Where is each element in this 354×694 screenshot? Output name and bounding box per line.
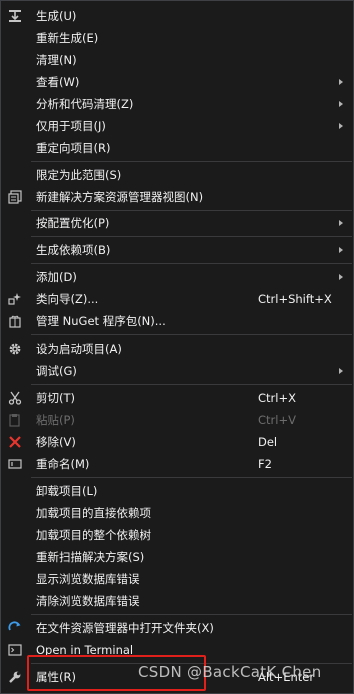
menu-item-label: 管理 NuGet 程序包(N)... <box>36 314 166 328</box>
menu-separator <box>31 614 352 615</box>
menu-item-show-browse-db-errors[interactable]: 显示浏览数据库错误 <box>1 568 353 590</box>
menu-item-shortcut: Del <box>258 435 278 449</box>
menu-separator <box>31 210 352 211</box>
menu-item-debug[interactable]: 调试(G) <box>1 360 353 382</box>
menu-item-label: 移除(V) <box>36 435 76 449</box>
menu-item-label: 重新生成(E) <box>36 31 99 45</box>
menu-item-load-dep-tree[interactable]: 加载项目的整个依赖树 <box>1 524 353 546</box>
wrench-icon <box>7 669 23 685</box>
menu-separator <box>31 263 352 264</box>
menu-item-label: 新建解决方案资源管理器视图(N) <box>36 190 204 204</box>
menu-item-label: 加载项目的直接依赖项 <box>36 506 151 520</box>
menu-item-rescan-solution[interactable]: 重新扫描解决方案(S) <box>1 546 353 568</box>
submenu-arrow-icon <box>339 101 343 107</box>
menu-item-label: 生成(U) <box>36 9 77 23</box>
menu-item-unload-project[interactable]: 卸载项目(L) <box>1 480 353 502</box>
menu-item-new-explorer-view[interactable]: 新建解决方案资源管理器视图(N) <box>1 186 353 208</box>
context-menu: 生成(U) 重新生成(E) 清理(N) 查看(W) 分析和代码清理(Z) 仅用于… <box>0 0 354 694</box>
menu-item-label: 添加(D) <box>36 270 77 284</box>
submenu-arrow-icon <box>339 123 343 129</box>
submenu-arrow-icon <box>339 247 343 253</box>
menu-item-label: 粘贴(P) <box>36 413 75 427</box>
menu-separator <box>31 477 352 478</box>
menu-item-label: 设为启动项目(A) <box>36 342 122 356</box>
paste-icon <box>7 412 23 428</box>
nuget-icon <box>7 313 23 329</box>
menu-item-rename[interactable]: 重命名(M) F2 <box>1 453 353 475</box>
menu-separator <box>31 161 352 162</box>
menu-item-label: 按配置优化(P) <box>36 216 110 230</box>
menu-item-label: 加载项目的整个依赖树 <box>36 528 151 542</box>
submenu-arrow-icon <box>339 274 343 280</box>
menu-item-open-in-explorer[interactable]: 在文件资源管理器中打开文件夹(X) <box>1 617 353 639</box>
menu-item-label: 清理(N) <box>36 53 77 67</box>
menu-item-scope-to-this[interactable]: 限定为此范围(S) <box>1 164 353 186</box>
menu-item-label: 生成依赖项(B) <box>36 243 111 257</box>
remove-icon <box>7 434 23 450</box>
menu-item-analyze[interactable]: 分析和代码清理(Z) <box>1 93 353 115</box>
watermark: CSDN @BackCatK Chen <box>138 663 322 681</box>
menu-item-class-wizard[interactable]: 类向导(Z)... Ctrl+Shift+X <box>1 288 353 310</box>
menu-item-label: 剪切(T) <box>36 391 75 405</box>
menu-item-label: 重新扫描解决方案(S) <box>36 550 145 564</box>
menu-separator <box>31 384 352 385</box>
menu-item-label: 仅用于项目(J) <box>36 119 106 133</box>
menu-item-label: 卸载项目(L) <box>36 484 98 498</box>
menu-item-shortcut: Ctrl+X <box>258 391 296 405</box>
menu-item-rebuild[interactable]: 重新生成(E) <box>1 27 353 49</box>
menu-item-label: 在文件资源管理器中打开文件夹(X) <box>36 621 214 635</box>
menu-item-label: 重命名(M) <box>36 457 90 471</box>
menu-item-build-dependencies[interactable]: 生成依赖项(B) <box>1 239 353 261</box>
menu-item-retarget[interactable]: 重定向项目(R) <box>1 137 353 159</box>
submenu-arrow-icon <box>339 220 343 226</box>
menu-item-shortcut: F2 <box>258 457 272 471</box>
new-view-icon <box>7 189 23 205</box>
menu-item-shortcut: Ctrl+V <box>258 413 296 427</box>
menu-item-manage-nuget[interactable]: 管理 NuGet 程序包(N)... <box>1 310 353 332</box>
menu-item-label: 清除浏览数据库错误 <box>36 594 140 608</box>
menu-item-label: 调试(G) <box>36 364 77 378</box>
menu-item-load-direct-deps[interactable]: 加载项目的直接依赖项 <box>1 502 353 524</box>
menu-item-clear-browse-db-errors[interactable]: 清除浏览数据库错误 <box>1 590 353 612</box>
menu-separator <box>31 236 352 237</box>
menu-item-cut[interactable]: 剪切(T) Ctrl+X <box>1 387 353 409</box>
menu-item-label: 显示浏览数据库错误 <box>36 572 140 586</box>
menu-item-add[interactable]: 添加(D) <box>1 266 353 288</box>
terminal-icon <box>7 642 23 658</box>
menu-item-label: 类向导(Z)... <box>36 292 99 306</box>
submenu-arrow-icon <box>339 368 343 374</box>
menu-item-label: 重定向项目(R) <box>36 141 111 155</box>
menu-item-paste[interactable]: 粘贴(P) Ctrl+V <box>1 409 353 431</box>
build-icon <box>7 8 23 24</box>
menu-item-label: 查看(W) <box>36 75 80 89</box>
menu-item-build[interactable]: 生成(U) <box>1 5 353 27</box>
menu-item-pgo[interactable]: 按配置优化(P) <box>1 212 353 234</box>
submenu-arrow-icon <box>339 79 343 85</box>
menu-item-label: 分析和代码清理(Z) <box>36 97 134 111</box>
menu-item-set-startup[interactable]: 设为启动项目(A) <box>1 338 353 360</box>
menu-item-view[interactable]: 查看(W) <box>1 71 353 93</box>
scissors-icon <box>7 390 23 406</box>
menu-separator <box>31 334 352 335</box>
refresh-folder-icon <box>7 620 23 636</box>
menu-item-clean[interactable]: 清理(N) <box>1 49 353 71</box>
class-wizard-icon <box>7 291 23 307</box>
rename-icon <box>7 456 23 472</box>
menu-item-remove[interactable]: 移除(V) Del <box>1 431 353 453</box>
menu-item-project-only[interactable]: 仅用于项目(J) <box>1 115 353 137</box>
gear-icon <box>7 341 23 357</box>
menu-item-label: 限定为此范围(S) <box>36 168 122 182</box>
menu-item-shortcut: Ctrl+Shift+X <box>258 292 332 306</box>
